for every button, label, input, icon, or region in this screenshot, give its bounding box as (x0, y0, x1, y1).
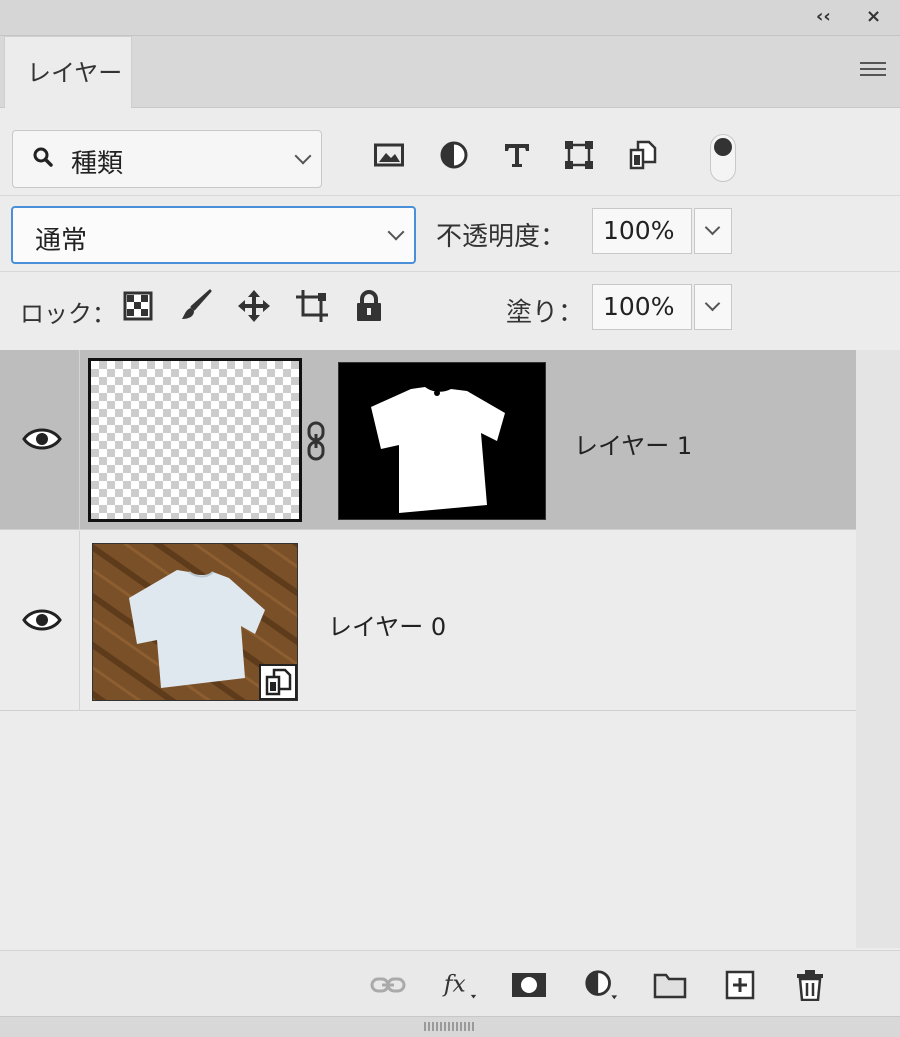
new-layer-icon[interactable] (722, 969, 758, 1001)
layer-row-1[interactable]: レイヤー 1 (0, 350, 856, 530)
layers-panel: 種類 通常 不透明度： 100% ロック： 塗り： 100% レイヤー 1 レイ… (0, 108, 900, 1037)
fill-input[interactable]: 100% (592, 284, 692, 330)
eye-icon[interactable] (22, 426, 62, 452)
fx-icon[interactable]: fx (442, 969, 478, 1001)
search-icon (33, 147, 53, 167)
smart-object-filter-icon[interactable] (626, 138, 660, 172)
layer-list: レイヤー 1 レイヤー 0 (0, 350, 856, 950)
lock-position-icon[interactable] (237, 289, 271, 323)
chevron-down-icon (294, 147, 312, 165)
opacity-label: 不透明度： (436, 222, 567, 252)
visibility-column (0, 350, 80, 529)
visibility-column (0, 531, 80, 710)
mask-link-icon[interactable] (304, 420, 328, 462)
new-group-icon[interactable] (652, 969, 688, 1001)
toggle-knob (714, 138, 732, 156)
type-filter-icon[interactable] (500, 138, 534, 172)
layer-list-scrollbar[interactable] (856, 350, 900, 948)
tab-layers[interactable]: レイヤー (4, 36, 132, 109)
tshirt-mask-shape (371, 387, 505, 513)
collapse-icon[interactable]: ‹‹ (816, 6, 831, 27)
layer-thumbnail-transparent[interactable] (88, 358, 302, 522)
layer-name[interactable]: レイヤー 0 (328, 607, 446, 642)
blend-row: 通常 不透明度： 100% (0, 196, 900, 272)
blend-mode-label: 通常 (35, 226, 88, 256)
opacity-input[interactable]: 100% (592, 208, 692, 254)
smart-object-badge (259, 664, 297, 700)
smart-object-icon (265, 668, 292, 696)
lock-label: ロック： (20, 300, 116, 328)
chevron-down-icon (704, 219, 721, 236)
svg-text:fx: fx (442, 969, 466, 997)
filter-kind-select[interactable]: 種類 (12, 130, 322, 188)
close-icon[interactable]: × (866, 6, 881, 27)
panel-tabbar: レイヤー (0, 36, 900, 109)
bottom-toolbar: fx (0, 950, 900, 1016)
delete-layer-icon[interactable] (792, 969, 828, 1001)
opacity-dropdown[interactable] (694, 208, 732, 254)
filter-toggle[interactable] (710, 134, 736, 182)
panel-menu-icon[interactable] (860, 62, 886, 82)
panel-resize-grip[interactable] (0, 1016, 900, 1037)
chevron-down-icon (387, 223, 405, 241)
adjustment-filter-icon[interactable] (437, 138, 471, 172)
lock-transparent-pixels-icon[interactable] (121, 289, 155, 323)
panel-titlebar: ‹‹ × (0, 0, 900, 36)
fill-dropdown[interactable] (694, 284, 732, 330)
image-filter-icon[interactable] (372, 138, 406, 172)
layer-row-0[interactable]: レイヤー 0 (0, 531, 856, 711)
adjustment-layer-icon[interactable] (583, 969, 619, 1001)
fill-label: 塗り： (506, 298, 585, 328)
chevron-down-icon (704, 295, 721, 312)
link-layers-icon[interactable] (370, 969, 406, 1001)
filter-row: 種類 (0, 108, 900, 196)
eye-icon[interactable] (22, 607, 62, 633)
filter-kind-label: 種類 (71, 149, 124, 179)
shape-filter-icon[interactable] (562, 138, 596, 172)
add-mask-icon[interactable] (511, 969, 547, 1001)
layer-image-thumbnail[interactable] (92, 543, 298, 701)
lock-artboard-icon[interactable] (295, 289, 329, 323)
blend-mode-select[interactable]: 通常 (11, 206, 416, 264)
layer-mask-thumbnail[interactable] (338, 362, 546, 520)
lock-all-icon[interactable] (352, 289, 386, 323)
layer-name[interactable]: レイヤー 1 (574, 426, 692, 461)
lock-image-pixels-icon[interactable] (180, 289, 214, 323)
grip-dots (424, 1022, 474, 1031)
